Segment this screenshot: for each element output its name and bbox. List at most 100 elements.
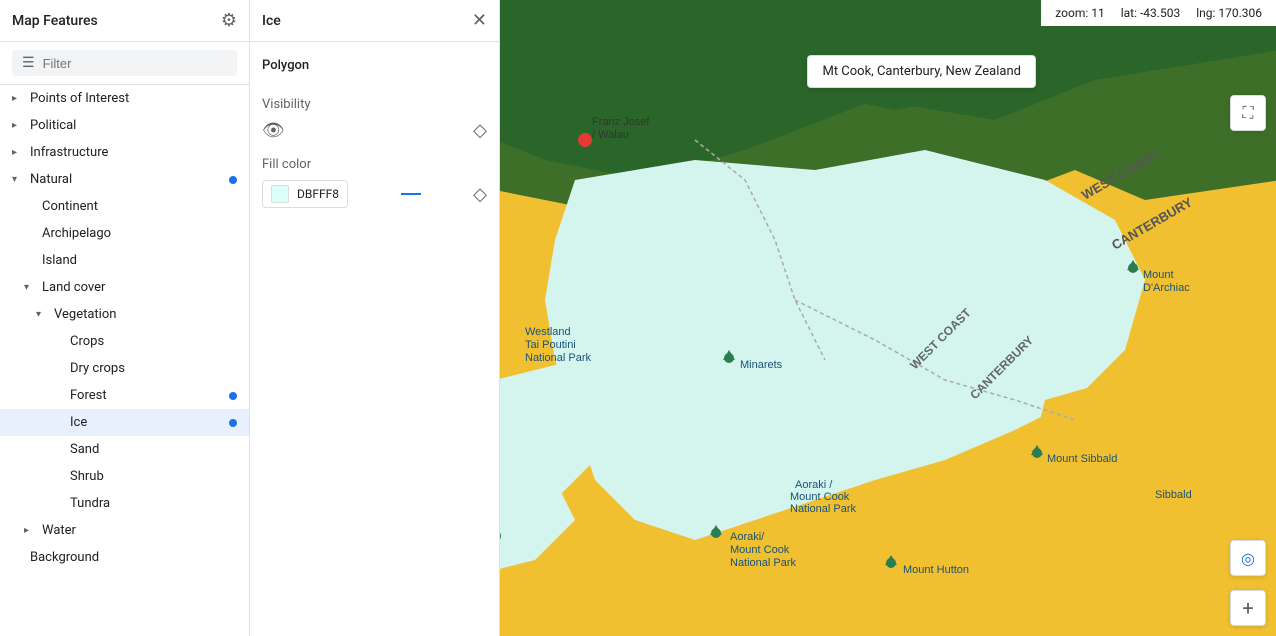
- sidebar-item-dry-crops[interactable]: Dry crops: [0, 355, 249, 382]
- svg-text:Minarets: Minarets: [740, 359, 783, 371]
- filter-bar: ☰: [0, 42, 249, 85]
- chevron-icon: ▸: [12, 120, 24, 131]
- sidebar-title: Map Features: [12, 13, 98, 29]
- sidebar-item-label: Forest: [70, 388, 107, 403]
- chevron-icon: ▸: [12, 147, 24, 158]
- sidebar-item-vegetation[interactable]: ▾ Vegetation: [0, 301, 249, 328]
- sidebar-item-background[interactable]: Background: [0, 544, 249, 571]
- sidebar-item-archipelago[interactable]: Archipelago: [0, 220, 249, 247]
- sidebar-item-label: Infrastructure: [30, 145, 108, 160]
- sidebar-item-crops[interactable]: Crops: [0, 328, 249, 355]
- svg-text:Sibbald: Sibbald: [1155, 489, 1192, 501]
- sidebar-item-forest[interactable]: Forest: [0, 382, 249, 409]
- svg-text:Franz Josef: Franz Josef: [592, 116, 650, 128]
- visibility-diamond-icon[interactable]: ◇: [473, 120, 487, 141]
- color-swatch-input[interactable]: DBFFF8: [262, 180, 348, 208]
- chevron-icon: ▸: [12, 93, 24, 104]
- zoom-in-button[interactable]: +: [1230, 590, 1266, 626]
- svg-text:Mount Cook: Mount Cook: [730, 544, 790, 556]
- sidebar-item-label: Crops: [70, 334, 104, 349]
- sidebar-item-natural[interactable]: ▾Natural: [0, 166, 249, 193]
- svg-text:Mount Sibbald: Mount Sibbald: [1047, 453, 1117, 465]
- lat-label: lat: -43.503: [1121, 6, 1180, 20]
- svg-text:Tai Poutini: Tai Poutini: [525, 339, 576, 351]
- filter-icon: ☰: [22, 55, 35, 71]
- polygon-label: Polygon: [262, 58, 487, 73]
- sidebar-header: Map Features ⚙: [0, 0, 249, 42]
- svg-text:National Park: National Park: [730, 557, 797, 569]
- sidebar-item-label: Dry crops: [70, 361, 125, 376]
- nav-tree: ▸ Points of Interest ▸ Political ▸ Infrastruc…: [0, 85, 249, 636]
- sidebar-item-land-cover[interactable]: ▾ Land cover: [0, 274, 249, 301]
- visibility-label: Visibility: [262, 97, 487, 112]
- svg-text:National Park: National Park: [525, 352, 592, 364]
- sidebar-item-continent[interactable]: Continent: [0, 193, 249, 220]
- sidebar-item-label: Water: [42, 523, 76, 538]
- sidebar-item-label: Tundra: [70, 496, 110, 511]
- tooltip-text: Mt Cook, Canterbury, New Zealand: [822, 64, 1021, 79]
- color-hex-value: DBFFF8: [297, 187, 339, 201]
- location-button[interactable]: ◎: [1230, 540, 1266, 576]
- fill-color-row: DBFFF8 ◇: [262, 180, 487, 208]
- svg-text:/ Walau: / Walau: [592, 129, 629, 141]
- svg-text:Westland: Westland: [525, 326, 571, 338]
- sidebar: Map Features ⚙ ☰ ▸ Points of Interest ▸ Pol…: [0, 0, 250, 636]
- sidebar-item-label: Land cover: [42, 280, 105, 295]
- detail-title: Ice: [262, 13, 281, 29]
- sidebar-item-label: Political: [30, 118, 76, 133]
- chevron-icon: ▾: [12, 174, 24, 185]
- fill-diamond-icon[interactable]: ◇: [473, 184, 487, 205]
- sidebar-item-shrub[interactable]: Shrub: [0, 463, 249, 490]
- sidebar-item-sand[interactable]: Sand: [0, 436, 249, 463]
- sidebar-item-points-of-interest[interactable]: ▸ Points of Interest: [0, 85, 249, 112]
- svg-text:Aoraki/: Aoraki/: [730, 531, 765, 543]
- fill-color-label: Fill color: [262, 157, 487, 172]
- visibility-eye-icon[interactable]: 👁: [262, 120, 285, 141]
- chevron-icon: ▾: [36, 309, 48, 320]
- zoom-label: zoom: 11: [1055, 6, 1104, 20]
- filter-input-wrapper[interactable]: ☰: [12, 50, 237, 76]
- sidebar-item-label: Sand: [70, 442, 99, 457]
- polygon-section: Polygon: [262, 58, 487, 81]
- opacity-line: [401, 193, 421, 195]
- map-topbar: zoom: 11 lat: -43.503 lng: 170.306: [1041, 0, 1276, 26]
- svg-text:National Park: National Park: [790, 503, 857, 515]
- sidebar-item-label: Points of Interest: [30, 91, 129, 106]
- svg-text:Mount: Mount: [1143, 269, 1174, 281]
- svg-text:Mount Hutton: Mount Hutton: [903, 564, 969, 576]
- chevron-icon: ▸: [24, 525, 36, 536]
- sidebar-item-label: Continent: [42, 199, 98, 214]
- lng-label: lng: 170.306: [1196, 6, 1262, 20]
- svg-text:Mount Cook: Mount Cook: [790, 491, 850, 503]
- color-swatch: [271, 185, 289, 203]
- lat-value: -43.503: [1140, 6, 1180, 20]
- map-area[interactable]: zoom: 11 lat: -43.503 lng: 170.306 Mt Co…: [500, 0, 1276, 636]
- sidebar-item-infrastructure[interactable]: ▸ Infrastructure: [0, 139, 249, 166]
- sidebar-item-label: Vegetation: [54, 307, 116, 322]
- sidebar-item-island[interactable]: Island: [0, 247, 249, 274]
- sidebar-item-political[interactable]: ▸ Political: [0, 112, 249, 139]
- map-tooltip: Mt Cook, Canterbury, New Zealand: [807, 55, 1036, 88]
- visibility-section: Visibility 👁 ◇: [262, 97, 487, 141]
- fill-color-section: Fill color DBFFF8 ◇: [262, 157, 487, 208]
- chevron-icon: ▾: [24, 282, 36, 293]
- sidebar-item-label: Shrub: [70, 469, 104, 484]
- modified-dot: [229, 419, 237, 427]
- sidebar-item-label: Background: [30, 550, 99, 565]
- sidebar-item-water[interactable]: ▸ Water: [0, 517, 249, 544]
- detail-panel: Ice ✕ Polygon Visibility 👁 ◇ Fill color …: [250, 0, 500, 636]
- sidebar-item-label: Archipelago: [42, 226, 111, 241]
- sidebar-item-label: Island: [42, 253, 77, 268]
- zoom-value: 11: [1091, 6, 1105, 20]
- sidebar-item-ice[interactable]: Ice: [0, 409, 249, 436]
- lng-value: 170.306: [1218, 6, 1262, 20]
- sidebar-item-label: Ice: [70, 415, 87, 430]
- svg-text:D'Archiac: D'Archiac: [1143, 282, 1190, 294]
- detail-body: Polygon Visibility 👁 ◇ Fill color DBFFF8…: [250, 42, 499, 224]
- sidebar-item-tundra[interactable]: Tundra: [0, 490, 249, 517]
- close-icon[interactable]: ✕: [472, 10, 487, 31]
- detail-header: Ice ✕: [250, 0, 499, 42]
- gear-icon[interactable]: ⚙: [221, 10, 237, 31]
- fullscreen-button[interactable]: ⛶: [1230, 95, 1266, 131]
- filter-input[interactable]: [43, 56, 227, 71]
